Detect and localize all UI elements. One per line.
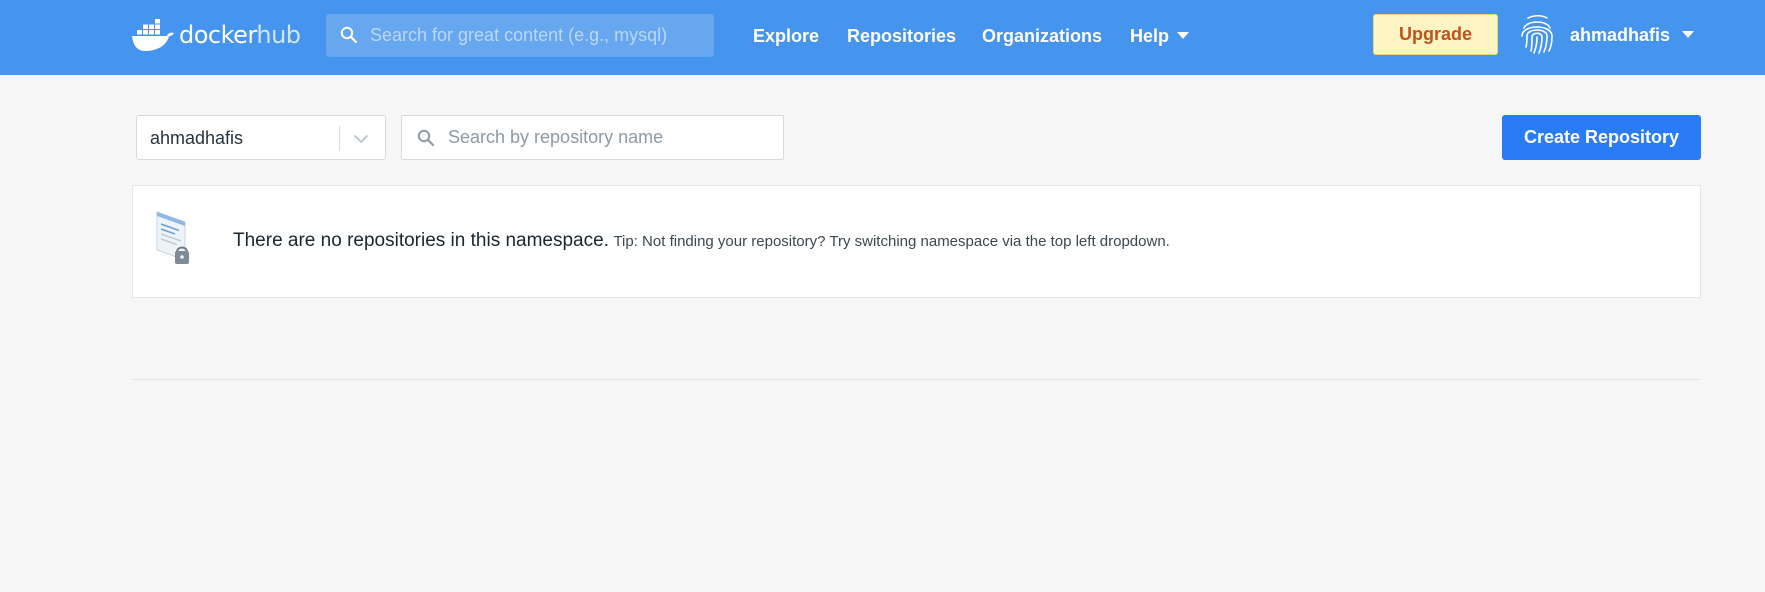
nav-explore-link[interactable]: Explore	[753, 26, 819, 47]
content-divider	[132, 379, 1701, 380]
nav-repositories-link[interactable]: Repositories	[847, 26, 956, 47]
logo-docker-text: docker	[179, 21, 257, 49]
user-menu[interactable]: ahmadhafis	[1516, 14, 1695, 56]
caret-down-icon	[1682, 31, 1695, 38]
empty-state-card: There are no repositories in this namesp…	[132, 185, 1701, 298]
chevron-down-icon[interactable]	[351, 129, 371, 149]
top-navigation-bar: dockerhub Explore Repositories Organizat…	[0, 0, 1765, 75]
empty-state-message: There are no repositories in this namesp…	[233, 230, 1170, 252]
repository-search-input[interactable]	[448, 116, 778, 159]
repository-search-box[interactable]	[401, 115, 784, 160]
upgrade-button[interactable]: Upgrade	[1373, 14, 1498, 55]
search-icon	[417, 129, 435, 147]
username-label[interactable]: ahmadhafis	[1570, 25, 1670, 46]
global-search-input[interactable]	[370, 14, 700, 57]
repository-locked-illustration	[156, 211, 189, 264]
fingerprint-avatar-icon	[1521, 14, 1553, 54]
docker-whale-icon	[132, 19, 174, 51]
create-repository-button[interactable]: Create Repository	[1502, 115, 1701, 160]
docker-hub-logo[interactable]: dockerhub	[131, 17, 301, 53]
logo-wordmark: dockerhub	[179, 21, 301, 49]
nav-repositories[interactable]: Repositories	[847, 23, 956, 49]
nav-organizations[interactable]: Organizations	[982, 23, 1102, 49]
caret-down-icon	[1177, 32, 1190, 39]
nav-help-menu[interactable]: Help	[1130, 23, 1190, 49]
nav-help-link[interactable]: Help	[1130, 26, 1169, 47]
global-search-box[interactable]	[326, 14, 714, 57]
namespace-select-value: ahmadhafis	[150, 128, 244, 148]
nav-organizations-link[interactable]: Organizations	[982, 26, 1102, 47]
empty-state-title: There are no repositories in this namesp…	[233, 230, 609, 251]
logo-hub-text: hub	[256, 21, 301, 49]
empty-state-tip: Tip: Not finding your repository? Try sw…	[613, 233, 1170, 250]
select-separator	[339, 126, 340, 151]
search-icon	[340, 26, 358, 44]
nav-explore[interactable]: Explore	[753, 23, 819, 49]
namespace-select[interactable]: ahmadhafis	[136, 115, 386, 160]
